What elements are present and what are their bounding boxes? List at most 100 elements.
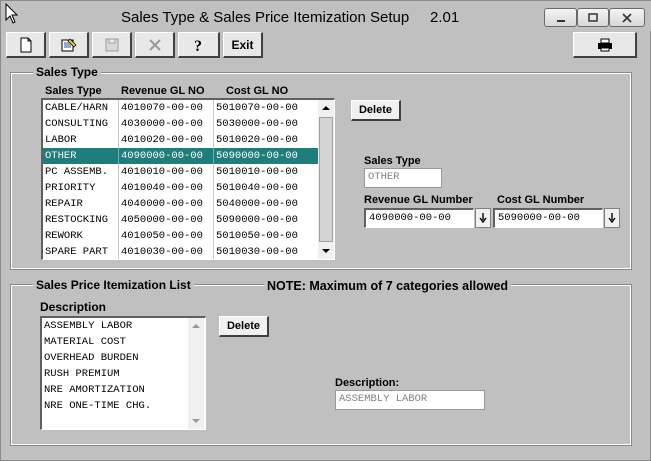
itemization-group-title: Sales Price Itemization List [33, 278, 194, 292]
cost-gl-cell: 5040000-00-00 [213, 196, 318, 212]
sales-type-cell: REWORK [45, 230, 83, 242]
revenue-gl-label: Revenue GL Number [364, 194, 473, 206]
revenue-gl-cell: 4050000-00-00 [118, 212, 213, 228]
itemization-listbox[interactable]: NRE ONE-TIME CHG. NRE AMORTIZATION RUSH PR… [40, 316, 206, 430]
edit-button[interactable] [49, 32, 89, 58]
table-row[interactable]: CONSULTING 4030000-00-00 5030000-00-00 [43, 116, 318, 132]
sales-type-cell: LABOR [45, 134, 77, 146]
sales-type-cell: OTHER [45, 150, 77, 162]
sales-type-cell: CABLE/HARN [45, 102, 109, 114]
revenue-gl-cell: 4010010-00-00 [118, 164, 213, 180]
help-button[interactable]: ? [178, 32, 220, 58]
revenue-gl-cell: 4010050-00-00 [118, 228, 213, 244]
sales-type-label: Sales Type [364, 155, 421, 167]
close-button[interactable] [609, 8, 645, 27]
table-row[interactable]: REWORK 4010050-00-00 5010050-00-00 [43, 228, 318, 244]
itemization-description-header: Description [40, 300, 107, 314]
cost-gl-label: Cost GL Number [497, 194, 585, 206]
minimize-button[interactable] [544, 8, 577, 27]
sales-type-delete-button[interactable]: Delete [351, 100, 401, 121]
cost-gl-cell: 5090000-00-00 [213, 212, 318, 228]
table-row[interactable]: CABLE/HARN 4010070-00-00 5010070-00-00 [43, 100, 318, 116]
sales-type-cell: PC ASSEMB. [45, 166, 109, 178]
title-bar: Sales Type & Sales Price Itemization Set… [1, 1, 651, 31]
scroll-up-button[interactable] [188, 318, 204, 334]
cost-gl-cell: 5010030-00-00 [213, 244, 318, 259]
scroll-down-button[interactable] [188, 413, 204, 429]
col-header-sales-type: Sales Type [45, 85, 102, 97]
revenue-gl-cell: 4040000-00-00 [118, 196, 213, 212]
cost-gl-cell: 5010070-00-00 [213, 100, 318, 116]
table-row[interactable]: SPARE PART 4010030-00-00 5010030-00-00 [43, 244, 318, 259]
table-row[interactable]: PRIORITY 4010040-00-00 5010040-00-00 [43, 180, 318, 196]
list-item[interactable]: MATERIAL COST [42, 334, 188, 350]
sales-type-scrollbar[interactable] [318, 100, 334, 259]
scroll-down-icon [192, 419, 200, 423]
revenue-gl-cell: 4010030-00-00 [118, 244, 213, 259]
delete-x-icon [148, 38, 161, 51]
save-icon [105, 38, 118, 51]
app-window: Sales Type & Sales Price Itemization Set… [0, 0, 651, 461]
scroll-down-button[interactable] [318, 243, 334, 259]
revenue-gl-cell: 4010020-00-00 [118, 132, 213, 148]
col-header-revenue-gl: Revenue GL NO [121, 85, 205, 97]
svg-text:?: ? [194, 38, 202, 53]
revenue-gl-cell: 4010070-00-00 [118, 100, 213, 116]
description-field[interactable]: ASSEMBLY LABOR [335, 390, 485, 410]
itemization-delete-button[interactable]: Delete [219, 316, 269, 337]
close-icon [622, 12, 632, 23]
list-item[interactable]: ASSEMBLY LABOR [42, 318, 188, 334]
list-item[interactable]: NRE AMORTIZATION [42, 382, 188, 398]
sales-type-group-title: Sales Type [33, 65, 101, 79]
edit-icon [61, 38, 76, 51]
revenue-gl-cell: 4090000-00-00 [118, 148, 213, 164]
cost-gl-cell: 5010050-00-00 [213, 228, 318, 244]
printer-icon [597, 38, 612, 51]
scroll-up-icon [322, 106, 330, 110]
maximize-button[interactable] [577, 8, 609, 27]
exit-label: Exit [231, 37, 254, 52]
table-row[interactable]: REPAIR 4040000-00-00 5040000-00-00 [43, 196, 318, 212]
sales-type-cell: PRIORITY [45, 182, 96, 194]
list-item[interactable]: RUSH PREMIUM [42, 366, 188, 382]
exit-button[interactable]: Exit [223, 32, 263, 58]
cost-gl-cell: 5090000-00-00 [213, 148, 318, 164]
sales-type-cell: SPARE PART [45, 246, 109, 258]
description-label: Description: [335, 377, 400, 389]
save-button[interactable] [92, 32, 132, 58]
table-row[interactable]: RESTOCKING 4050000-00-00 5090000-00-00 [43, 212, 318, 228]
sales-type-cell: REPAIR [45, 198, 83, 210]
list-item[interactable]: NRE ONE-TIME CHG. [42, 398, 188, 414]
window-title: Sales Type & Sales Price Itemization Set… [121, 9, 460, 26]
itemization-note: NOTE: Maximum of 7 categories allowed [264, 279, 512, 293]
itemization-scrollbar[interactable] [188, 318, 204, 429]
revenue-gl-dropdown-button[interactable] [475, 208, 491, 228]
col-header-cost-gl: Cost GL NO [226, 85, 289, 97]
cost-gl-cell: 5010020-00-00 [213, 132, 318, 148]
sales-type-cell: CONSULTING [45, 118, 109, 130]
table-row[interactable]: OTHER 4090000-00-00 5090000-00-00 [43, 148, 318, 164]
cost-gl-field[interactable]: 5090000-00-00 [493, 208, 603, 228]
list-item[interactable]: OVERHEAD BURDEN [42, 350, 188, 366]
cost-gl-cell: 5010010-00-00 [213, 164, 318, 180]
cost-gl-cell: 5030000-00-00 [213, 116, 318, 132]
revenue-gl-field[interactable]: 4090000-00-00 [364, 208, 474, 228]
revenue-gl-cell: 4010040-00-00 [118, 180, 213, 196]
sales-type-listbox[interactable]: SPARE PART 4010030-00-00 5010030-00-00 REWO… [41, 98, 335, 260]
maximize-icon [588, 12, 598, 22]
cost-gl-dropdown-button[interactable] [604, 208, 620, 228]
new-button[interactable] [6, 32, 46, 58]
print-button[interactable] [573, 32, 637, 58]
table-row[interactable]: LABOR 4010020-00-00 5010020-00-00 [43, 132, 318, 148]
scroll-up-icon [192, 324, 200, 328]
help-question-icon: ? [194, 38, 202, 53]
new-document-icon [20, 37, 31, 52]
down-arrow-icon [608, 213, 616, 223]
sales-type-field[interactable]: OTHER [364, 168, 442, 188]
scroll-up-button[interactable] [318, 100, 334, 116]
minimize-icon [556, 19, 565, 22]
table-row[interactable]: PC ASSEMB. 4010010-00-00 5010010-00-00 [43, 164, 318, 180]
scroll-thumb[interactable] [319, 117, 333, 242]
delete-record-button[interactable] [135, 32, 175, 58]
cost-gl-cell: 5010040-00-00 [213, 180, 318, 196]
